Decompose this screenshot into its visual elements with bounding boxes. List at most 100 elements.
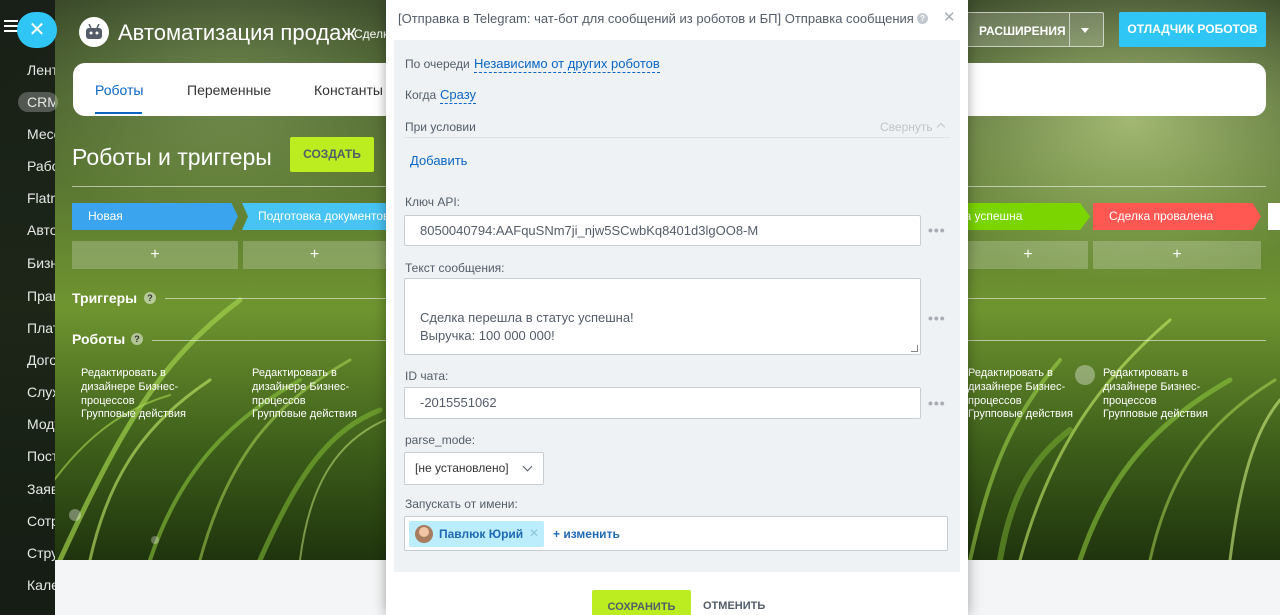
- menu-icon[interactable]: [4, 20, 18, 32]
- extensions-button[interactable]: РАСШИРЕНИЯ: [962, 12, 1104, 47]
- edit-in-designer-link[interactable]: Редактировать в дизайнере Бизнес-процесс…: [968, 366, 1078, 408]
- parse-mode-value: [не установлено]: [415, 461, 509, 475]
- dialog-title: [Отправка в Telegram: чат-бот для сообще…: [398, 11, 914, 26]
- tab-variables[interactable]: Переменные: [187, 82, 271, 98]
- button-divider: [1069, 13, 1070, 46]
- when-value-link[interactable]: Сразу: [440, 87, 477, 104]
- robot-app-icon: [79, 17, 109, 47]
- divider: [72, 186, 386, 187]
- more-options-icon[interactable]: •••: [928, 310, 946, 326]
- queue-value-link[interactable]: Независимо от других роботов: [474, 56, 660, 73]
- divider: [152, 340, 386, 341]
- active-tab-indicator: [95, 112, 142, 114]
- divider: [968, 298, 1266, 299]
- stage-deal-won-label: Сделка успешна: [966, 209, 1023, 223]
- close-icon[interactable]: ✕: [943, 8, 956, 26]
- more-options-icon[interactable]: •••: [928, 395, 946, 411]
- api-key-label: Ключ API:: [405, 195, 460, 209]
- nav-item-feed[interactable]: Лента: [27, 62, 55, 82]
- nav-item-calendar[interactable]: Календарь: [27, 577, 55, 597]
- user-name: Павлюк Юрий: [439, 527, 524, 541]
- tab-constants[interactable]: Константы: [314, 82, 383, 98]
- parse-mode-label: parse_mode:: [405, 433, 476, 447]
- edit-in-designer-link[interactable]: Редактировать в дизайнере Бизнес-процесс…: [252, 366, 386, 408]
- robot-debugger-button[interactable]: ОТЛАДЧИК РОБОТОВ: [1119, 12, 1266, 47]
- divider: [968, 186, 1266, 187]
- divider: [165, 298, 386, 299]
- nav-item-suppliers[interactable]: Поставщики: [27, 448, 55, 468]
- stage-edge: [1268, 203, 1280, 230]
- nav-item-services[interactable]: Службы: [27, 384, 55, 404]
- nav-item-modules[interactable]: Модули: [27, 416, 55, 436]
- group-actions-link[interactable]: Групповые действия: [252, 407, 357, 421]
- triggers-heading: Триггеры: [72, 290, 138, 306]
- run-as-label: Запускать от имени:: [405, 497, 518, 511]
- left-navigation: Лента CRM Мессенджер Работа Flatn Автома…: [0, 0, 58, 615]
- stage-deal-won[interactable]: Сделка успешна: [966, 203, 1090, 230]
- nav-item-business[interactable]: Бизнес: [27, 255, 55, 275]
- message-text-label: Текст сообщения:: [405, 261, 505, 275]
- help-icon[interactable]: ?: [917, 13, 928, 24]
- message-text-area[interactable]: Сделка перешла в статус успешна! Выручка…: [404, 278, 921, 355]
- extensions-label: РАСШИРЕНИЯ: [979, 24, 1066, 38]
- nav-item-messenger[interactable]: Мессенджер: [27, 126, 55, 146]
- more-options-icon[interactable]: •••: [928, 222, 946, 238]
- stage-deal-lost[interactable]: Сделка провалена: [1093, 203, 1261, 230]
- stage-new[interactable]: Новая: [72, 203, 238, 230]
- change-user-label: изменить: [563, 527, 620, 541]
- run-as-user-field[interactable]: Павлюк Юрий ✕ + изменить: [404, 516, 948, 551]
- chevron-up-icon[interactable]: [936, 122, 946, 132]
- dialog-body: По очереди Независимо от других роботов …: [394, 40, 960, 572]
- stage-preparing-documents[interactable]: Подготовка документов: [242, 203, 392, 230]
- edit-in-designer-link[interactable]: Редактировать в дизайнере Бизнес-процесс…: [1103, 366, 1243, 408]
- group-actions-link[interactable]: Групповые действия: [81, 407, 186, 421]
- add-trigger-button[interactable]: +: [968, 241, 1088, 269]
- save-button[interactable]: СОХРАНИТЬ: [592, 590, 691, 615]
- divider: [405, 137, 950, 138]
- nav-item-rights[interactable]: Права: [27, 288, 55, 308]
- group-actions-link[interactable]: Групповые действия: [968, 407, 1078, 421]
- user-chip[interactable]: Павлюк Юрий ✕: [409, 521, 544, 547]
- message-text-value: Сделка перешла в статус успешна! Выручка…: [420, 310, 634, 343]
- parse-mode-select[interactable]: [не установлено]: [404, 452, 544, 485]
- chat-id-label: ID чата:: [405, 369, 449, 383]
- condition-label: При условии: [405, 120, 476, 134]
- nav-item-structure[interactable]: Структура: [27, 545, 55, 565]
- close-slider-icon[interactable]: ✕: [17, 12, 57, 48]
- nav-item-employees[interactable]: Сотрудники: [27, 513, 55, 533]
- app-subtitle: Сделки: [354, 27, 386, 41]
- nav-item-contracts[interactable]: Договоры: [27, 352, 55, 372]
- chat-id-input[interactable]: -2015551062: [404, 387, 921, 419]
- remove-user-icon[interactable]: ✕: [529, 526, 539, 540]
- chevron-down-icon: [522, 461, 533, 472]
- nav-item-requests[interactable]: Заявки: [27, 481, 55, 501]
- add-trigger-button[interactable]: +: [1093, 241, 1261, 269]
- queue-label: По очереди: [405, 57, 470, 71]
- robots-heading: Роботы: [72, 331, 126, 347]
- nav-item-crm[interactable]: CRM: [27, 94, 55, 114]
- cancel-button[interactable]: ОТМЕНИТЬ: [703, 600, 765, 612]
- nav-item-payments[interactable]: Платежи: [27, 320, 55, 340]
- add-trigger-button[interactable]: +: [243, 241, 386, 269]
- nav-item-flatn[interactable]: Flatn: [27, 190, 55, 210]
- when-label: Когда: [405, 88, 437, 102]
- nav-item-work[interactable]: Работа: [27, 158, 55, 178]
- chevron-down-icon[interactable]: [1081, 28, 1089, 33]
- add-condition-link[interactable]: Добавить: [410, 153, 467, 168]
- help-icon[interactable]: ?: [131, 333, 143, 345]
- change-user-link[interactable]: + изменить: [553, 527, 620, 541]
- robot-settings-dialog: [Отправка в Telegram: чат-бот для сообще…: [386, 0, 968, 615]
- resize-handle-icon[interactable]: [911, 345, 918, 352]
- create-button[interactable]: СОЗДАТЬ: [290, 137, 374, 172]
- add-trigger-button[interactable]: +: [72, 241, 238, 269]
- edit-in-designer-link[interactable]: Редактировать в дизайнере Бизнес-процесс…: [81, 366, 221, 408]
- help-icon[interactable]: ?: [144, 292, 156, 304]
- group-actions-link[interactable]: Групповые действия: [1103, 407, 1208, 421]
- collapse-link[interactable]: Свернуть: [880, 120, 933, 134]
- tab-robots[interactable]: Роботы: [95, 82, 143, 98]
- avatar: [415, 525, 433, 543]
- api-key-input[interactable]: 8050040794:AAFquSNm7ji_njw5SCwbKq8401d3l…: [404, 215, 921, 246]
- nav-item-automation[interactable]: Автоматизация: [27, 222, 55, 242]
- divider: [968, 340, 1266, 341]
- app-title: Автоматизация продаж: [118, 20, 357, 45]
